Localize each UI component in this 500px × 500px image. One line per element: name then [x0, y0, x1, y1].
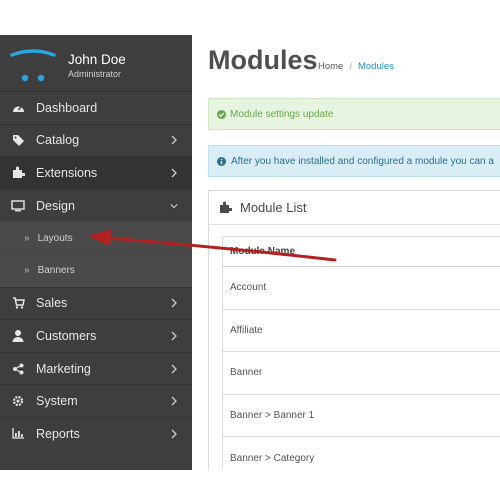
sidebar-item-label: Design	[36, 198, 75, 213]
chevron-down-icon	[170, 203, 178, 208]
chevron-right-icon	[171, 331, 177, 341]
module-list-panel: Module List Module Name Account Affiliat…	[208, 190, 500, 470]
sidebar-item-label: Catalog	[36, 133, 80, 148]
user-name: John Doe	[68, 52, 126, 67]
sidebar-item-label: Marketing	[36, 361, 91, 376]
chevron-right-icon	[171, 168, 177, 178]
chevron-right-icon	[171, 364, 177, 374]
breadcrumb-current-link[interactable]: Modules	[358, 61, 394, 72]
sidebar-item-reports[interactable]: Reports	[0, 416, 192, 450]
chevron-right-icon	[171, 429, 177, 439]
info-alert: After you have installed and configured …	[208, 145, 500, 177]
double-chevron-icon: »	[24, 265, 30, 277]
monitor-icon	[11, 199, 25, 213]
bar-chart-icon	[11, 427, 25, 441]
breadcrumb-separator: /	[349, 61, 352, 72]
puzzle-icon	[11, 166, 25, 180]
gear-icon	[11, 394, 25, 408]
share-icon	[11, 362, 25, 376]
table-row: Affiliate	[223, 310, 500, 353]
module-table: Module Name Account Affiliate Banner Ban…	[222, 236, 500, 470]
breadcrumb: Home / Modules	[318, 61, 394, 72]
sidebar-item-marketing[interactable]: Marketing	[0, 351, 192, 385]
info-circle-icon	[217, 156, 226, 166]
sidebar: John Doe Administrator Dashboard Catalog…	[0, 35, 192, 470]
user-role: Administrator	[68, 69, 122, 79]
success-alert-text: Module settings update	[230, 108, 334, 120]
tag-icon	[11, 133, 25, 147]
sidebar-item-label: Customers	[36, 328, 97, 343]
table-row: Banner	[223, 352, 500, 395]
sidebar-item-label: System	[36, 394, 78, 409]
table-row: Banner > Category	[223, 437, 500, 470]
sidebar-item-label: Extensions	[36, 165, 98, 180]
design-submenu: » Layouts » Banners	[0, 221, 192, 287]
panel-heading: Module List	[209, 191, 500, 225]
dashboard-icon	[11, 101, 25, 115]
success-alert: Module settings update	[208, 98, 500, 130]
sidebar-subitem-label: Layouts	[37, 232, 73, 244]
breadcrumb-home-link[interactable]: Home	[318, 61, 343, 72]
sidebar-item-extensions[interactable]: Extensions	[0, 156, 192, 189]
main-content: Modules Home / Modules Module settings u…	[192, 35, 500, 470]
sidebar-item-sales[interactable]: Sales	[0, 286, 192, 320]
chevron-right-icon	[171, 135, 177, 145]
sidebar-item-design[interactable]: Design	[0, 188, 192, 222]
sidebar-subitem-banners[interactable]: » Banners	[0, 253, 192, 287]
sidebar-item-system[interactable]: System	[0, 384, 192, 417]
user-profile[interactable]: John Doe Administrator	[0, 35, 192, 91]
page-title: Modules	[208, 45, 318, 75]
table-row: Account	[223, 267, 500, 310]
sidebar-subitem-layouts[interactable]: » Layouts	[0, 221, 192, 254]
panel-title: Module List	[240, 200, 307, 215]
sidebar-subitem-label: Banners	[37, 265, 75, 277]
sidebar-item-catalog[interactable]: Catalog	[0, 123, 192, 157]
chevron-right-icon	[171, 396, 177, 406]
puzzle-icon	[220, 201, 232, 213]
admin-frame: John Doe Administrator Dashboard Catalog…	[0, 35, 500, 470]
info-alert-text: After you have installed and configured …	[231, 155, 494, 167]
sidebar-item-label: Sales	[36, 296, 68, 311]
double-chevron-icon: »	[24, 232, 30, 244]
logo-cart-icon	[10, 49, 56, 82]
column-header-module-name[interactable]: Module Name	[223, 237, 500, 267]
table-row: Banner > Banner 1	[223, 395, 500, 438]
sidebar-item-label: Dashboard	[36, 100, 98, 115]
chevron-right-icon	[171, 298, 177, 308]
sidebar-item-dashboard[interactable]: Dashboard	[0, 91, 192, 124]
user-icon	[11, 329, 25, 343]
cart-icon	[11, 296, 25, 310]
sidebar-item-label: Reports	[36, 426, 80, 441]
sidebar-item-customers[interactable]: Customers	[0, 319, 192, 352]
check-circle-icon	[217, 109, 226, 119]
